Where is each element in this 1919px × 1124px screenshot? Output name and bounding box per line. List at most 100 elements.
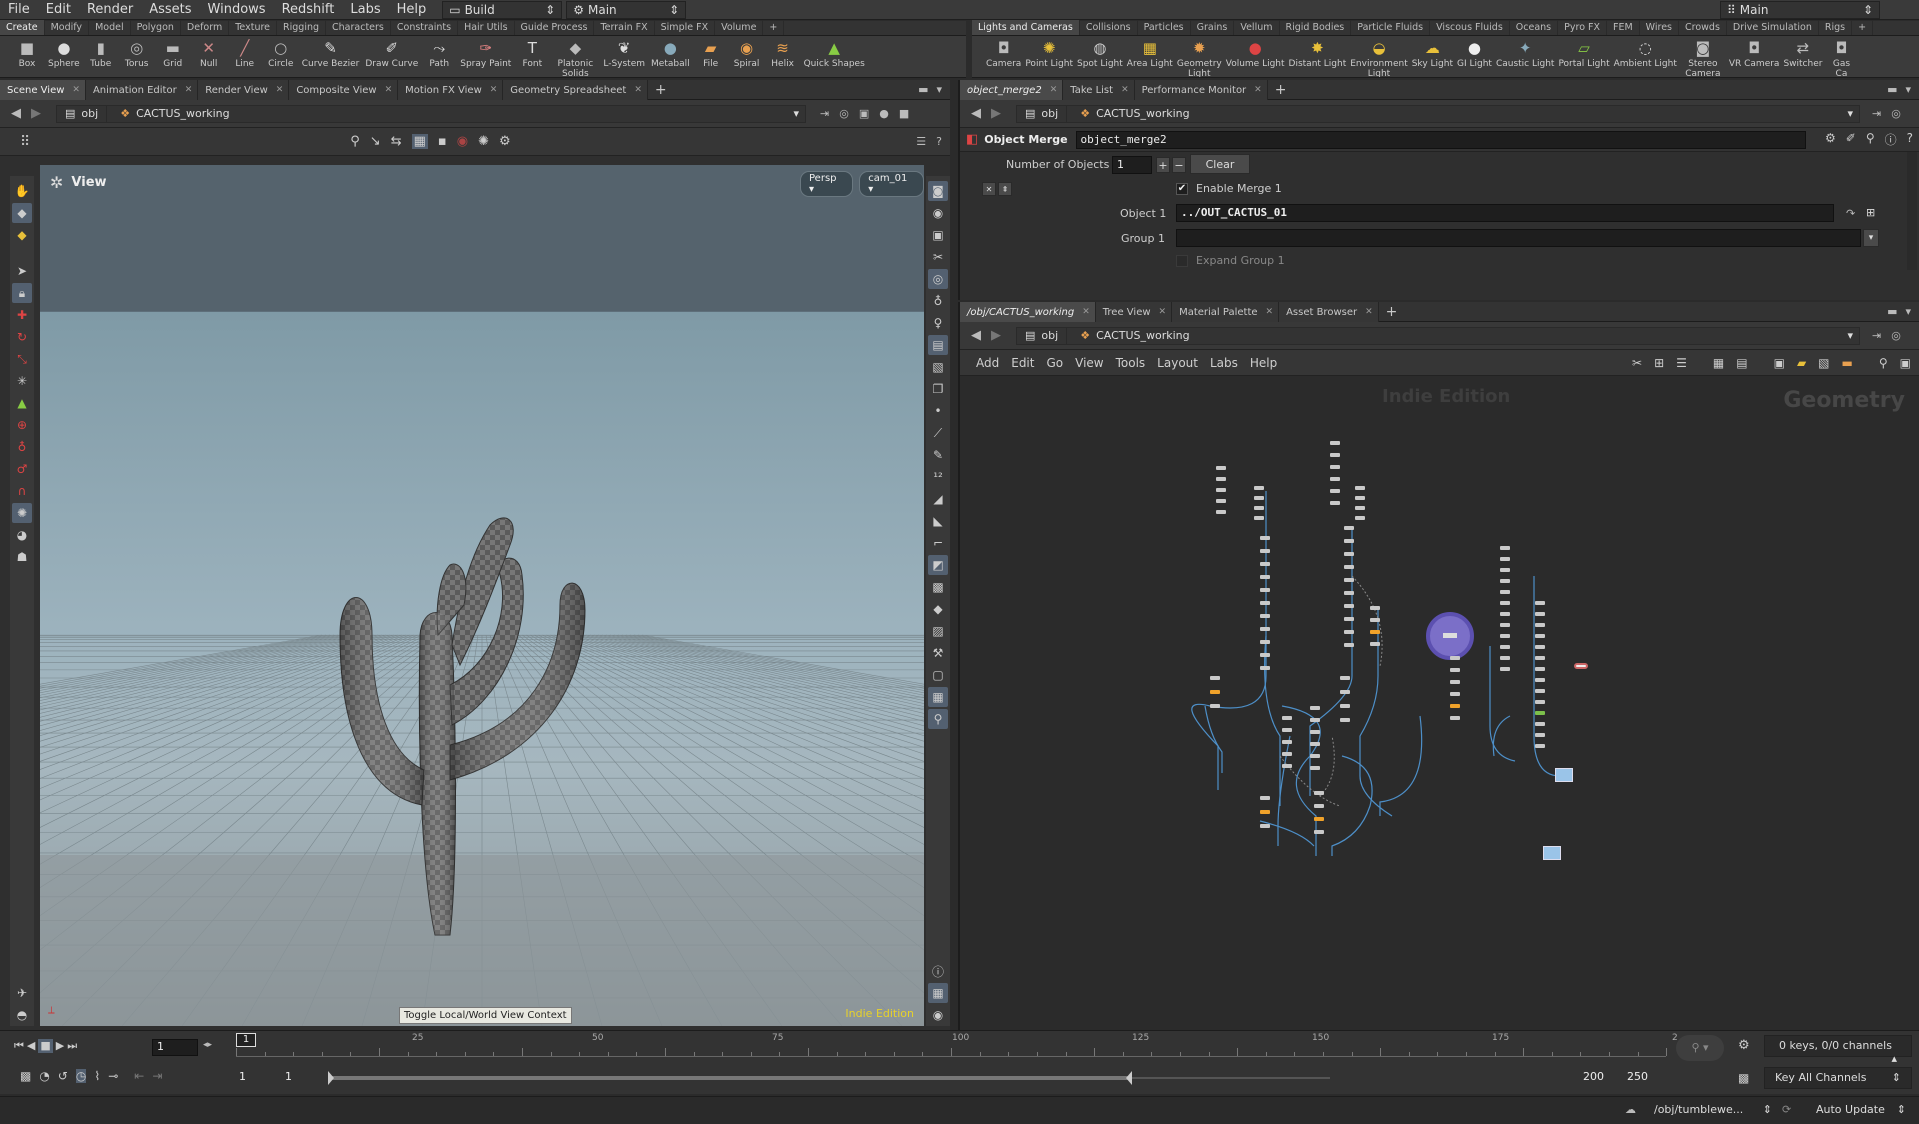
- shelf-left-tab-texture[interactable]: Texture: [229, 20, 278, 35]
- shelf-right-tab-pyro-fx[interactable]: Pyro FX: [1558, 20, 1607, 35]
- end-frame-field[interactable]: 200: [1580, 1069, 1620, 1087]
- current-frame-marker[interactable]: 1: [236, 1033, 256, 1047]
- shelf-left-tab-rigging[interactable]: Rigging: [277, 20, 327, 35]
- grid-dots-icon[interactable]: ⠿: [20, 134, 30, 150]
- tool-distant-light-button[interactable]: ✸ Distant Light: [1289, 36, 1347, 70]
- add-shelf-tab-icon[interactable]: +: [763, 20, 785, 35]
- tool-stereo-camera-button[interactable]: ◙ Stereo Camera: [1681, 36, 1725, 78]
- network-node[interactable]: [1310, 766, 1320, 770]
- select-tool-icon[interactable]: ➤: [12, 261, 32, 281]
- network-node[interactable]: [1210, 690, 1220, 694]
- tool-ambient-light-button[interactable]: ◌ Ambient Light: [1614, 36, 1677, 70]
- tool-path-button[interactable]: ⤳ Path: [424, 36, 454, 70]
- snap-icon[interactable]: ⚲: [350, 134, 360, 149]
- lock-icon[interactable]: 🔒︎: [12, 283, 32, 303]
- pin-icon[interactable]: ⇥: [820, 107, 829, 120]
- network-node[interactable]: [1535, 656, 1545, 660]
- tool-draw-curve-button[interactable]: ✐ Draw Curve: [365, 36, 418, 70]
- close-icon[interactable]: ✕: [1266, 307, 1274, 317]
- rotate-tool-icon[interactable]: ↻: [12, 327, 32, 347]
- network-node[interactable]: [1216, 488, 1226, 492]
- network-node[interactable]: [1260, 588, 1270, 592]
- network-node[interactable]: [1310, 730, 1320, 734]
- picture-icon[interactable]: ▧: [1818, 356, 1829, 370]
- network-node[interactable]: [1535, 711, 1545, 715]
- network-node[interactable]: [1340, 676, 1350, 680]
- range-end-handle[interactable]: [1126, 1071, 1132, 1085]
- keyframe-settings-icon[interactable]: ⚙: [1738, 1038, 1750, 1053]
- info-icon[interactable]: ⓘ: [928, 961, 948, 981]
- hamburger-icon[interactable]: ◓: [12, 1005, 32, 1025]
- menu-help[interactable]: Help: [389, 2, 435, 17]
- close-icon[interactable]: ✕: [634, 85, 642, 95]
- play-icon[interactable]: ▶: [56, 1039, 64, 1053]
- shelf-right-tab-wires[interactable]: Wires: [1640, 20, 1679, 35]
- update-mode-dropdown[interactable]: Auto Update ⇕: [1800, 1101, 1912, 1121]
- network-node[interactable]: [1535, 744, 1545, 748]
- tool-helix-button[interactable]: ≋ Helix: [768, 36, 798, 70]
- sculpt-icon[interactable]: ◣: [928, 511, 948, 531]
- network-node[interactable]: [1260, 666, 1270, 670]
- camera-dropdown[interactable]: cam_01 ▾: [859, 171, 924, 197]
- network-node[interactable]: [1500, 667, 1510, 671]
- network-node[interactable]: [1344, 643, 1354, 647]
- close-icon[interactable]: ✕: [490, 85, 498, 95]
- tool-vr-camera-button[interactable]: ◘ VR Camera: [1729, 36, 1780, 70]
- menu-tools[interactable]: Tools: [1110, 356, 1152, 370]
- magnet-icon[interactable]: ∩: [12, 481, 32, 501]
- help-icon[interactable]: ?: [936, 135, 942, 148]
- network-node[interactable]: [1260, 824, 1270, 828]
- sculpt-icon[interactable]: ♂: [12, 459, 32, 479]
- expand-group-checkbox[interactable]: [1176, 255, 1188, 267]
- network-node[interactable]: [1254, 496, 1264, 500]
- copy-icon[interactable]: ❐: [928, 379, 948, 399]
- maximize-icon[interactable]: ▬: [918, 83, 928, 96]
- shelf-left-tab-simple-fx[interactable]: Simple FX: [655, 20, 716, 35]
- render-icon[interactable]: ✺: [12, 503, 32, 523]
- camera-mode-icon[interactable]: ◕: [12, 525, 32, 545]
- close-icon[interactable]: ✕: [1082, 307, 1090, 317]
- menu-render[interactable]: Render: [79, 2, 141, 17]
- help-icon[interactable]: ?: [1907, 131, 1913, 148]
- tool-sky-light-button[interactable]: ☁ Sky Light: [1412, 36, 1453, 70]
- network-node[interactable]: [1535, 612, 1545, 616]
- network-node[interactable]: [1355, 516, 1365, 520]
- network-node[interactable]: [1210, 704, 1220, 708]
- network-node[interactable]: [1310, 754, 1320, 758]
- maximize-icon[interactable]: ▬: [1887, 305, 1897, 318]
- visibility-icon[interactable]: ◉: [928, 1005, 948, 1025]
- network-node[interactable]: [1450, 716, 1460, 720]
- network-node[interactable]: [1314, 791, 1324, 795]
- context-dropdown[interactable]: ⚙ Main ⇕: [566, 0, 687, 19]
- wrench-icon[interactable]: ✂: [1632, 356, 1642, 370]
- network-node[interactable]: [1500, 601, 1510, 605]
- shelf-right-tab-rigid-bodies[interactable]: Rigid Bodies: [1280, 20, 1352, 35]
- network-node[interactable]: [1310, 742, 1320, 746]
- network-node-error[interactable]: [1574, 663, 1588, 669]
- tool-platonic-solids-button[interactable]: ◆ Platonic Solids: [553, 36, 597, 78]
- wrench-icon[interactable]: ✐: [1846, 131, 1856, 148]
- tool-grid-button[interactable]: ▬ Grid: [158, 36, 188, 70]
- brush-icon[interactable]: ♁: [12, 437, 32, 457]
- flipbook-icon[interactable]: ▤: [928, 335, 948, 355]
- shelf-right-tab-collisions[interactable]: Collisions: [1080, 20, 1138, 35]
- pane-menu-icon[interactable]: ▾: [1905, 305, 1911, 318]
- remove-object-button[interactable]: −: [1172, 157, 1186, 173]
- network-node[interactable]: [1500, 656, 1510, 660]
- shelf-left-tab-characters[interactable]: Characters: [326, 20, 391, 35]
- object1-field[interactable]: ../OUT_CACTUS_01: [1176, 204, 1834, 222]
- network-node[interactable]: [1330, 489, 1340, 493]
- network-node[interactable]: [1216, 499, 1226, 503]
- tool-spot-light-button[interactable]: ◍ Spot Light: [1077, 36, 1123, 70]
- tool-icon[interactable]: ⚒: [928, 643, 948, 663]
- menu-edit[interactable]: Edit: [38, 2, 79, 17]
- link-icon[interactable]: ◎: [1891, 107, 1901, 120]
- tool-portal-light-button[interactable]: ▱ Portal Light: [1558, 36, 1609, 70]
- network-node[interactable]: [1260, 601, 1270, 605]
- network-node[interactable]: [1260, 627, 1270, 631]
- transform-icon[interactable]: ⇆: [391, 134, 402, 149]
- shelf-left-tab-modify[interactable]: Modify: [45, 20, 90, 35]
- menu-labs[interactable]: Labs: [342, 2, 388, 17]
- network-canvas[interactable]: Indie Edition Geometry: [960, 376, 1919, 1030]
- tool-area-light-button[interactable]: ▦ Area Light: [1127, 36, 1173, 70]
